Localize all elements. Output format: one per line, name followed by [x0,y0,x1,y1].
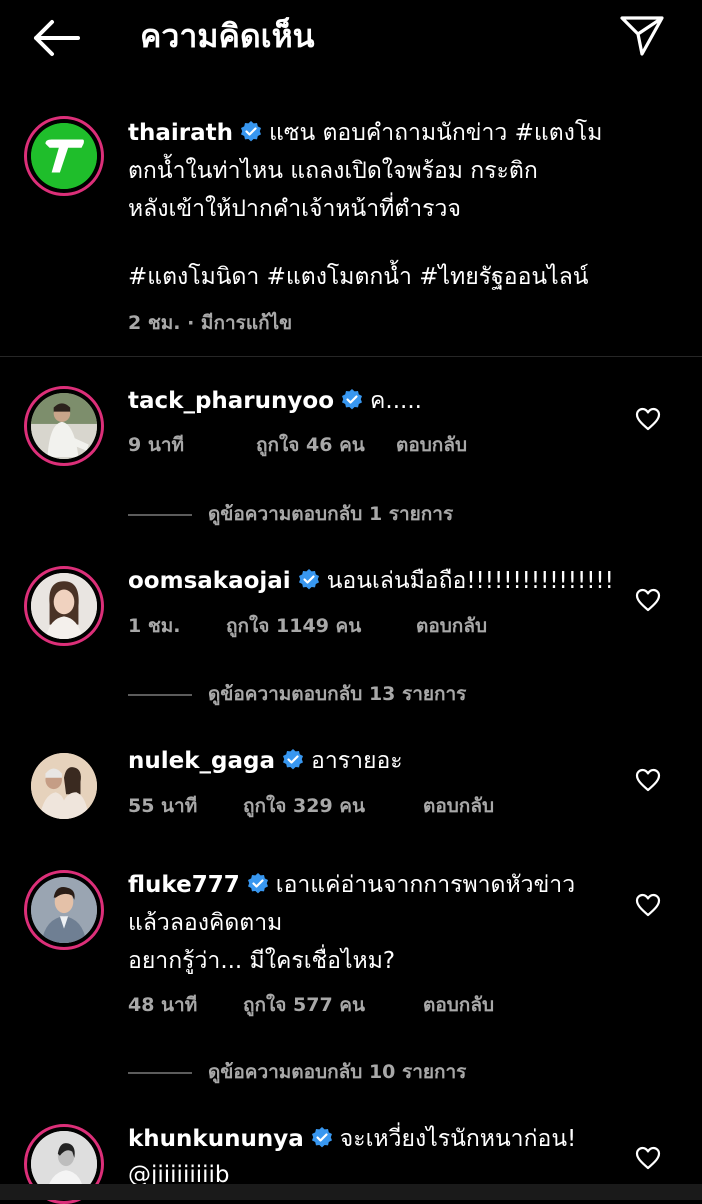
reply-button[interactable]: ตอบกลับ [396,430,467,460]
comment-username[interactable]: fluke777 [128,872,240,898]
view-replies-label: ดูข้อความตอบกลับ 13 รายการ [208,683,467,705]
comment-text-line3: อยากรู้ว่า... มีใครเชื่อไหม? [128,948,396,974]
post-caption-line2: ตกน้ำในท่าไหน แถลงเปิดใจพร้อม กระติก [128,158,538,184]
comment-text-row: fluke777 เอาแค่อ่านจากการพาดหัวข่าว [128,866,575,904]
verified-badge-icon [241,121,262,142]
avatar-fluke777[interactable] [24,870,104,950]
avatar-nulek-gaga[interactable] [24,746,104,826]
reply-button[interactable]: ตอบกลับ [423,791,494,821]
view-replies-button[interactable]: ดูข้อความตอบกลับ 1 รายการ [128,499,453,529]
back-arrow-icon[interactable] [30,18,82,58]
comment-likes[interactable]: ถูกใจ 577 คน [243,990,365,1020]
comment-likes[interactable]: ถูกใจ 329 คน [243,791,365,821]
comment-input-bar-edge [0,1184,702,1200]
heart-icon[interactable] [635,893,661,917]
heart-icon[interactable] [635,1146,661,1170]
comment-text-row: nulek_gaga อารายอะ [128,742,403,780]
verified-badge-icon [283,749,303,770]
comment-username[interactable]: khunkununya [128,1126,304,1152]
verified-badge-icon [247,873,268,894]
heart-icon[interactable] [635,407,661,431]
post-hashtags[interactable]: #แตงโมนิดา #แตงโมตกน้ำ #ไทยรัฐออนไลน์ [128,258,589,296]
view-replies-label: ดูข้อความตอบกลับ 1 รายการ [208,503,454,525]
post-meta: 2 ชม. · มีการแก้ไข [128,312,293,334]
post-caption-first-line: thairath แซน ตอบคำถามนักข่าว #แตงโม [128,114,602,152]
avatar-tack-pharunyoo[interactable] [24,386,104,466]
view-replies-button[interactable]: ดูข้อความตอบกลับ 13 รายการ [128,679,466,709]
comment-time: 1 ชม. [128,615,181,637]
reply-button[interactable]: ตอบกลับ [416,611,487,641]
comment-text-row: oomsakaojai นอนเล่นมือถือ!!!!!!!!!!!!!!!! [128,562,614,600]
person-photo-icon [31,393,97,459]
comment-text: ค..... [370,388,422,414]
post-caption-line3: หลังเข้าให้ปากคำเจ้าหน้าที่ตำรวจ [128,196,461,222]
person-photo-icon [31,753,97,819]
comment-text: นอนเล่นมือถือ!!!!!!!!!!!!!!!! [326,568,614,594]
comment-time: 55 นาที [128,795,198,817]
person-photo-icon [31,573,97,639]
post-username[interactable]: thairath [128,120,233,146]
comment-username[interactable]: nulek_gaga [128,748,275,774]
divider [0,356,702,357]
comment-text-row: tack_pharunyoo ค..... [128,382,422,420]
replies-dash [128,693,192,696]
post-caption-line1: แซน ตอบคำถามนักข่าว #แตงโม [269,120,603,146]
person-photo-icon [31,877,97,943]
comment-text-row: khunkununya จะเหวี่ยงไรนักหนาก่อน! [128,1120,576,1158]
replies-dash [128,1071,192,1074]
comment-text: อารายอะ [311,748,403,774]
comment-text: เอาแค่อ่านจากการพาดหัวข่าว [275,872,576,898]
reply-button[interactable]: ตอบกลับ [423,990,494,1020]
verified-badge-icon [342,389,362,410]
replies-dash [128,513,192,516]
comment-text-line2: แล้วลองคิดตาม [128,910,283,936]
comment-likes[interactable]: ถูกใจ 1149 คน [226,611,361,641]
heart-icon[interactable] [635,768,661,792]
thairath-logo-icon [31,123,97,189]
comment-likes[interactable]: ถูกใจ 46 คน [256,430,365,460]
verified-badge-icon [298,569,319,590]
comment-text: จะเหวี่ยงไรนักหนาก่อน! [339,1126,577,1152]
heart-icon[interactable] [635,588,661,612]
comment-username[interactable]: tack_pharunyoo [128,388,334,414]
view-replies-label: ดูข้อความตอบกลับ 10 รายการ [208,1061,467,1083]
avatar-thairath[interactable] [24,116,104,196]
page-title: ความคิดเห็น [140,17,315,55]
comment-username[interactable]: oomsakaojai [128,568,291,594]
send-icon[interactable] [618,14,666,58]
verified-badge-icon [311,1127,332,1148]
comment-time: 48 นาที [128,994,198,1016]
avatar-oomsakaojai[interactable] [24,566,104,646]
comment-time: 9 นาที [128,434,185,456]
view-replies-button[interactable]: ดูข้อความตอบกลับ 10 รายการ [128,1057,466,1087]
